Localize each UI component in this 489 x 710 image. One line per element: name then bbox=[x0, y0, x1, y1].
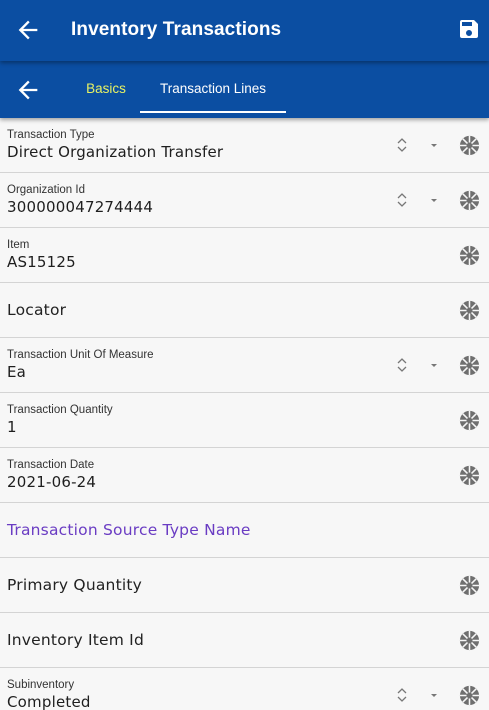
field-value[interactable]: AS15125 bbox=[7, 253, 76, 271]
field-placeholder[interactable]: Inventory Item Id bbox=[7, 631, 144, 649]
field-transaction-unit-of-measure[interactable]: Transaction Unit Of Measure Ea bbox=[0, 338, 489, 393]
back-arrow-icon[interactable] bbox=[14, 16, 42, 44]
field-label: Transaction Type bbox=[7, 129, 95, 141]
field-label: Transaction Unit Of Measure bbox=[7, 349, 154, 361]
aperture-icon[interactable] bbox=[458, 409, 481, 432]
app-root: Inventory Transactions Basics Transactio… bbox=[0, 0, 489, 710]
aperture-icon[interactable] bbox=[458, 244, 481, 267]
field-label: Item bbox=[7, 239, 30, 251]
chevron-down-icon[interactable] bbox=[428, 195, 440, 205]
tab-back-arrow-icon[interactable] bbox=[14, 76, 42, 104]
aperture-icon[interactable] bbox=[458, 629, 481, 652]
aperture-icon[interactable] bbox=[458, 299, 481, 322]
aperture-icon[interactable] bbox=[458, 464, 481, 487]
chevron-down-icon[interactable] bbox=[428, 140, 440, 150]
field-value[interactable]: Completed bbox=[7, 693, 91, 710]
field-value[interactable]: 300000047274444 bbox=[7, 198, 153, 216]
tab-basics[interactable]: Basics bbox=[72, 61, 140, 113]
unfold-icon[interactable] bbox=[395, 191, 409, 209]
unfold-icon[interactable] bbox=[395, 686, 409, 704]
field-subinventory[interactable]: Subinventory Completed bbox=[0, 668, 489, 710]
aperture-icon[interactable] bbox=[458, 684, 481, 707]
field-placeholder[interactable]: Transaction Source Type Name bbox=[7, 521, 251, 539]
unfold-icon[interactable] bbox=[395, 356, 409, 374]
field-value[interactable]: Ea bbox=[7, 363, 26, 381]
aperture-icon[interactable] bbox=[458, 189, 481, 212]
save-icon[interactable] bbox=[457, 17, 481, 41]
field-label: Transaction Quantity bbox=[7, 404, 113, 416]
field-value[interactable]: 2021-06-24 bbox=[7, 473, 96, 491]
aperture-icon[interactable] bbox=[458, 134, 481, 157]
aperture-icon[interactable] bbox=[458, 354, 481, 377]
field-label: Organization Id bbox=[7, 184, 85, 196]
field-label: Subinventory bbox=[7, 679, 75, 691]
field-item[interactable]: Item AS15125 bbox=[0, 228, 489, 283]
field-transaction-type[interactable]: Transaction Type Direct Organization Tra… bbox=[0, 118, 489, 173]
field-value[interactable]: 1 bbox=[7, 418, 17, 436]
field-organization-id[interactable]: Organization Id 300000047274444 bbox=[0, 173, 489, 228]
field-transaction-quantity[interactable]: Transaction Quantity 1 bbox=[0, 393, 489, 448]
chevron-down-icon[interactable] bbox=[428, 360, 440, 370]
field-label: Transaction Date bbox=[7, 459, 95, 471]
field-placeholder[interactable]: Locator bbox=[7, 301, 66, 319]
page-title: Inventory Transactions bbox=[71, 19, 282, 40]
field-transaction-date[interactable]: Transaction Date 2021-06-24 bbox=[0, 448, 489, 503]
app-header: Inventory Transactions bbox=[0, 0, 489, 61]
tab-bar: Basics Transaction Lines bbox=[0, 61, 489, 118]
field-inventory-item-id[interactable]: Inventory Item Id bbox=[0, 613, 489, 668]
field-primary-quantity[interactable]: Primary Quantity bbox=[0, 558, 489, 613]
field-value[interactable]: Direct Organization Transfer bbox=[7, 143, 223, 161]
tab-transaction-lines[interactable]: Transaction Lines bbox=[140, 61, 286, 113]
aperture-icon[interactable] bbox=[458, 574, 481, 597]
unfold-icon[interactable] bbox=[395, 136, 409, 154]
field-transaction-source-type-name[interactable]: Transaction Source Type Name bbox=[0, 503, 489, 558]
field-locator[interactable]: Locator bbox=[0, 283, 489, 338]
field-placeholder[interactable]: Primary Quantity bbox=[7, 576, 142, 594]
chevron-down-icon[interactable] bbox=[428, 690, 440, 700]
transaction-line-form: Transaction Type Direct Organization Tra… bbox=[0, 118, 489, 710]
